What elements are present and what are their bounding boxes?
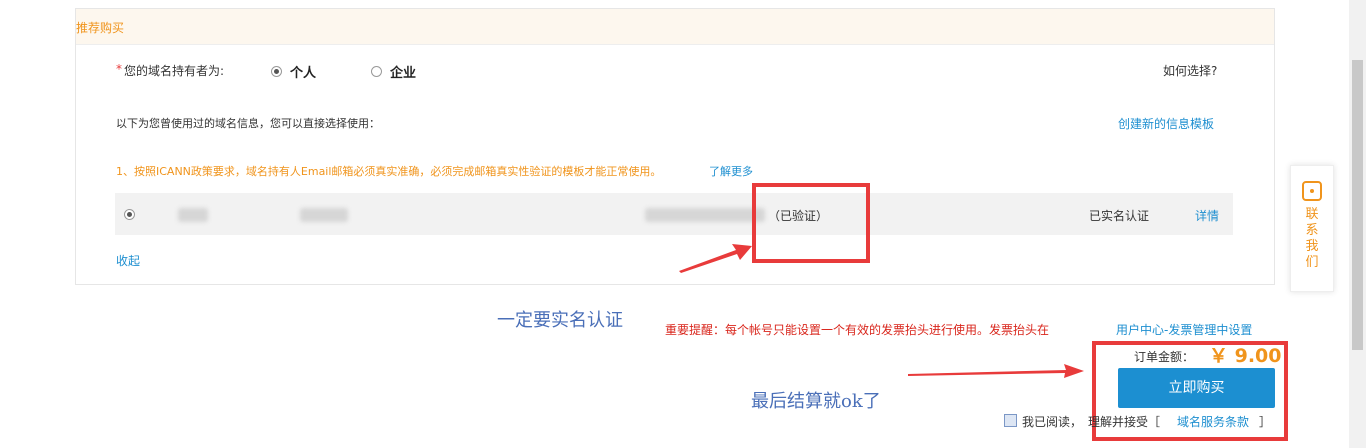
owner-label: 您的域名持有者为: [124, 64, 225, 78]
scrollbar-thumb[interactable] [1352, 60, 1363, 350]
required-mark: * [116, 62, 122, 76]
order-amount-label: 订单金额： [1134, 350, 1195, 364]
owner-option-personal-label: 个人 [290, 66, 317, 81]
agree-middle: 理解并接受［ [1088, 415, 1161, 429]
icann-notice: 1、按照ICANN政策要求，域名持有人Email邮箱必须真实准确，必须完成邮箱真… [116, 165, 662, 178]
collapse-link[interactable]: 收起 [116, 252, 140, 269]
radio-personal[interactable] [271, 66, 282, 77]
contact-us-label: 联系我们 [1305, 207, 1319, 270]
annotation-note-realname: 一定要实名认证 [497, 310, 623, 331]
agree-checkbox[interactable] [1004, 414, 1017, 427]
blurred-email [645, 208, 765, 222]
owner-option-company[interactable]: 企业 [371, 62, 416, 81]
create-template-link[interactable]: 创建新的信息模板 [1118, 115, 1214, 132]
template-row-radio[interactable] [124, 209, 135, 220]
detail-link[interactable]: 详情 [1195, 207, 1219, 224]
agree-suffix: ］ [1259, 415, 1272, 429]
order-amount: ￥ 9.00 [1209, 345, 1282, 367]
section-title: 推荐购买 [76, 21, 125, 35]
annotation-note-checkout: 最后结算就ok了 [751, 391, 881, 412]
owner-option-company-label: 企业 [390, 66, 417, 81]
radio-company[interactable] [371, 66, 382, 77]
buy-now-button[interactable]: 立即购买 [1118, 368, 1275, 408]
recommend-panel: 推荐购买 [75, 8, 1275, 285]
agree-prefix: 我已阅读， [1022, 415, 1083, 429]
learn-more-link[interactable]: 了解更多 [709, 163, 753, 179]
terms-link[interactable]: 域名服务条款 [1177, 413, 1249, 430]
template-intro: 以下为您曾使用过的域名信息，您可以直接选择使用： [116, 117, 380, 130]
annotation-arrow-right-icon [908, 364, 1084, 378]
blurred-holder-id [300, 208, 348, 222]
panel-header: 推荐购买 [76, 9, 1274, 45]
page-scrollbar[interactable] [1349, 0, 1366, 448]
how-to-choose-link[interactable]: 如何选择? [1163, 62, 1217, 79]
annotation-highlight-box [752, 183, 870, 263]
invoice-warning: 重要提醒：每个帐号只能设置一个有效的发票抬头进行使用。发票抬头在 [665, 323, 1050, 337]
realname-status: 已实名认证 [1089, 209, 1150, 223]
contact-us-widget[interactable]: 联系我们 [1290, 165, 1334, 292]
chat-icon [1302, 181, 1322, 201]
owner-option-personal[interactable]: 个人 [271, 62, 316, 81]
invoice-settings-link[interactable]: 用户中心-发票管理中设置 [1116, 321, 1252, 338]
blurred-holder-name [178, 208, 208, 222]
annotation-arrow-icon [679, 244, 752, 273]
